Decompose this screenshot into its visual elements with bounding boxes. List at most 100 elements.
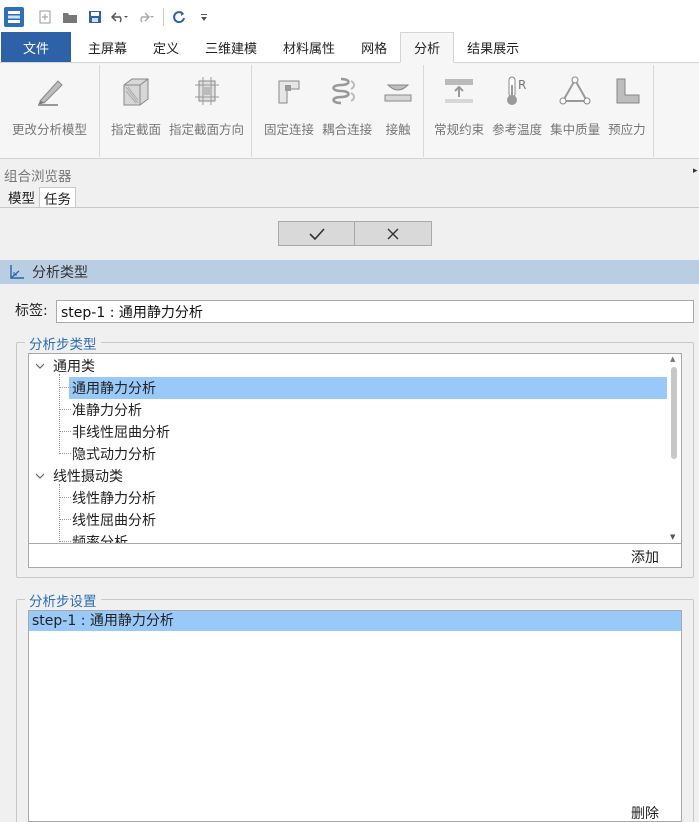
- chevron-down-icon[interactable]: [35, 362, 45, 370]
- refresh-icon[interactable]: [168, 6, 190, 28]
- tree-line: [59, 453, 71, 454]
- tab-file[interactable]: 文件: [1, 32, 71, 62]
- step-type-legend: 分析步类型: [25, 333, 101, 353]
- tree-item-label: 线性静力分析: [72, 491, 156, 507]
- add-step-button[interactable]: 添加: [28, 544, 682, 568]
- scroll-down-icon[interactable]: ▼: [670, 533, 675, 541]
- step-type-tree: 通用类 通用静力分析 准静力分析 非线性屈曲分析 隐式动力分析 线性摄动类 线性…: [28, 353, 682, 544]
- tab-task[interactable]: 任务: [39, 187, 76, 208]
- fixed-connection-button[interactable]: 固定连接: [260, 65, 318, 157]
- tree-item-frequency[interactable]: 频率分析: [72, 531, 128, 543]
- ribbon-button-label: 指定截面方向: [169, 122, 245, 137]
- tree-node-linear-perturbation[interactable]: 线性摄动类: [35, 465, 123, 487]
- coupling-icon: [329, 71, 365, 111]
- tab-mesh[interactable]: 网格: [348, 33, 400, 62]
- quick-access-toolbar: [0, 0, 699, 33]
- step-settings-list: step-1 : 通用静力分析: [28, 610, 682, 801]
- browser-tabs: 模型 任务: [4, 187, 76, 208]
- tree-item-general-static[interactable]: 通用静力分析: [72, 377, 156, 399]
- new-file-icon[interactable]: [34, 6, 56, 28]
- tree-line: [59, 484, 60, 543]
- fixed-connection-icon: [271, 71, 307, 111]
- tree-item-nonlinear-buckling[interactable]: 非线性屈曲分析: [72, 421, 170, 443]
- tree-item-label: 隐式动力分析: [72, 447, 156, 463]
- analysis-type-section-header[interactable]: 分析类型: [0, 260, 699, 284]
- section-title: 分析类型: [32, 265, 88, 281]
- tab-home[interactable]: 主屏幕: [75, 33, 140, 62]
- customize-toolbar-icon[interactable]: [193, 6, 215, 28]
- tree-selection-highlight: [69, 377, 667, 399]
- tab-analysis[interactable]: 分析: [400, 32, 455, 63]
- tree-item-label: 线性屈曲分析: [72, 513, 156, 529]
- collapse-arrow-icon[interactable]: ▸: [693, 166, 699, 178]
- tab-3d-modeling[interactable]: 三维建模: [192, 33, 270, 62]
- ribbon-button-label: 固定连接: [264, 122, 315, 137]
- ribbon-group-model: 更改分析模型: [0, 65, 101, 157]
- combo-browser-title: 组合浏览器: [4, 169, 72, 185]
- assign-section-button[interactable]: 指定截面: [107, 65, 165, 157]
- point-mass-icon: [557, 71, 593, 111]
- section-orientation-icon: [189, 71, 225, 111]
- tree-node-label: 线性摄动类: [53, 469, 123, 485]
- tree-line: [59, 374, 60, 454]
- ribbon-panel: 更改分析模型 指定截面 指定截面方向 固定连接 耦合连接 接触 常规约束 R 参…: [0, 63, 699, 159]
- label-input[interactable]: [56, 300, 694, 323]
- point-mass-button[interactable]: 集中质量: [546, 65, 604, 157]
- ok-button[interactable]: [278, 221, 355, 246]
- coupling-connection-button[interactable]: 耦合连接: [318, 65, 376, 157]
- tree-line: [59, 519, 71, 520]
- thermometer-icon: R: [499, 71, 535, 111]
- checkmark-icon: [308, 227, 325, 240]
- ribbon-group-section: 指定截面 指定截面方向: [100, 65, 253, 157]
- tab-material-properties[interactable]: 材料属性: [270, 33, 348, 62]
- assign-section-orientation-button[interactable]: 指定截面方向: [165, 65, 248, 157]
- undo-icon[interactable]: [109, 6, 131, 28]
- app-logo-icon: [4, 6, 24, 27]
- scroll-up-icon[interactable]: ▲: [670, 355, 675, 363]
- label-field-label: 标签:: [15, 303, 48, 319]
- tree-line: [59, 497, 71, 498]
- prestress-button[interactable]: 预应力: [604, 65, 650, 157]
- scrollbar-thumb[interactable]: [671, 367, 677, 459]
- axis-icon: [10, 265, 24, 279]
- tree-item-label: 准静力分析: [72, 403, 142, 419]
- list-item[interactable]: step-1 : 通用静力分析: [29, 611, 681, 631]
- reference-temperature-button[interactable]: R 参考温度: [488, 65, 546, 157]
- open-folder-icon[interactable]: [59, 6, 81, 28]
- cube-icon: [118, 71, 154, 111]
- contact-icon: [380, 71, 416, 111]
- ribbon-button-label: 耦合连接: [322, 122, 373, 137]
- tab-model[interactable]: 模型: [4, 187, 39, 207]
- tree-line: [59, 387, 71, 388]
- delete-step-label: 删除: [631, 806, 659, 822]
- constraint-icon: [441, 71, 477, 111]
- ribbon-group-connections: 固定连接 耦合连接 接触: [252, 65, 425, 157]
- change-analysis-model-button[interactable]: 更改分析模型: [8, 65, 91, 157]
- panel-divider: [0, 207, 699, 208]
- redo-icon[interactable]: [134, 6, 156, 28]
- tree-item-quasi-static[interactable]: 准静力分析: [72, 399, 142, 421]
- chevron-down-icon[interactable]: [35, 472, 45, 480]
- tab-results[interactable]: 结果展示: [454, 33, 532, 62]
- tree-item-linear-buckling[interactable]: 线性屈曲分析: [72, 509, 156, 531]
- ribbon-tabs: 文件 主屏幕 定义 三维建模 材料属性 网格 分析 结果展示: [0, 32, 699, 63]
- tree-item-implicit-dynamic[interactable]: 隐式动力分析: [72, 443, 156, 465]
- tree-node-general[interactable]: 通用类: [35, 355, 95, 377]
- tree-scrollbar[interactable]: ▲ ▼: [667, 354, 681, 543]
- general-constraint-button[interactable]: 常规约束: [430, 65, 488, 157]
- task-dialog-buttons: [278, 221, 432, 246]
- ribbon-button-label: 参考温度: [492, 122, 543, 137]
- save-icon[interactable]: [84, 6, 106, 28]
- tab-define[interactable]: 定义: [140, 33, 192, 62]
- tree-item-label: 通用静力分析: [72, 381, 156, 397]
- cancel-button[interactable]: [355, 221, 432, 246]
- tree-line: [59, 409, 71, 410]
- pencil-icon: [32, 71, 68, 111]
- contact-button[interactable]: 接触: [376, 65, 420, 157]
- delete-step-button[interactable]: 删除: [28, 800, 682, 822]
- svg-text:R: R: [518, 78, 526, 92]
- ribbon-button-label: 常规约束: [434, 122, 485, 137]
- tree-item-linear-static[interactable]: 线性静力分析: [72, 487, 156, 509]
- ribbon-button-label: 集中质量: [550, 122, 601, 137]
- label-row: 标签:: [15, 300, 52, 320]
